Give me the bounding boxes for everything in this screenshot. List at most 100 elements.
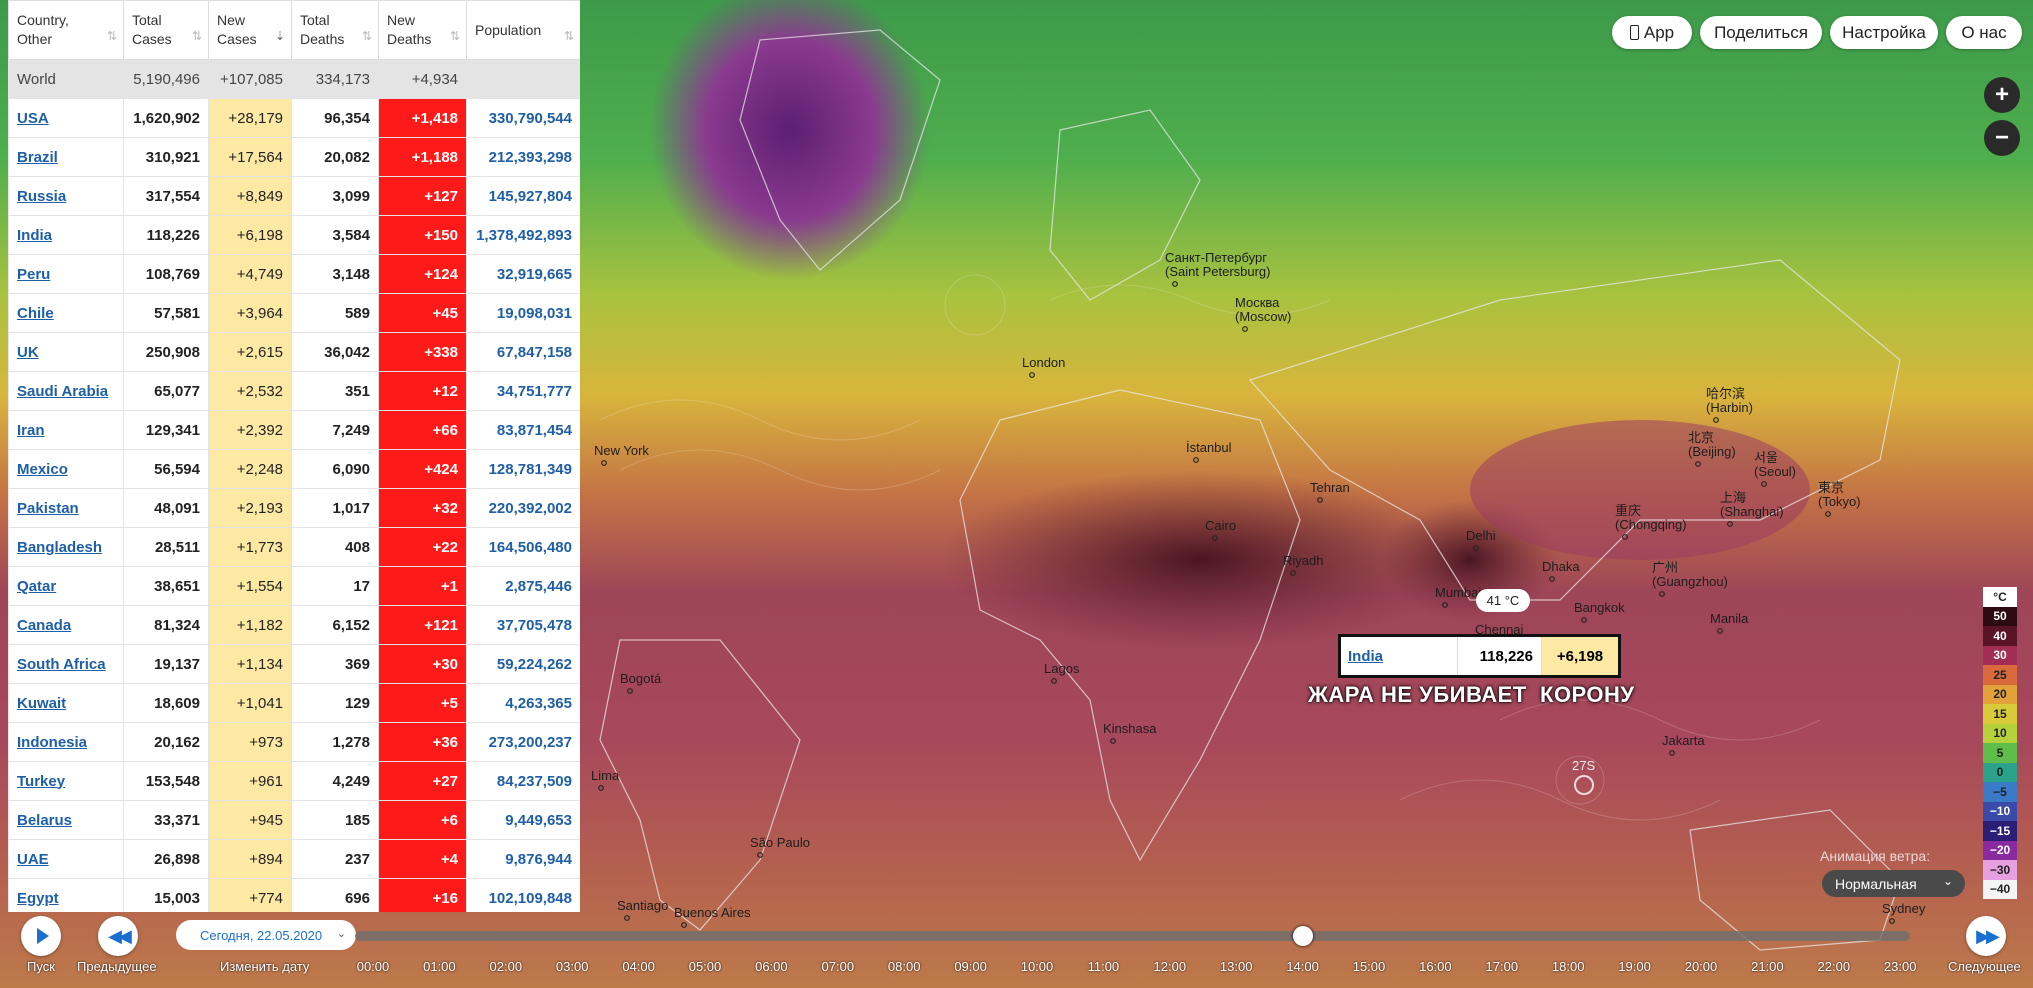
zoom-out-button[interactable]: −: [1984, 120, 2020, 156]
city-name: 上海: [1720, 490, 1746, 505]
hour-label[interactable]: 14:00: [1278, 959, 1328, 974]
share-button[interactable]: Поделиться: [1700, 16, 1822, 49]
date-select[interactable]: Сегодня, 22.05.2020 ⌄: [176, 920, 356, 950]
population-cell: 59,224,262: [466, 644, 580, 684]
country-link[interactable]: Brazil: [17, 149, 58, 166]
total-cases-cell: 81,324: [123, 605, 209, 645]
hour-label[interactable]: 21:00: [1742, 959, 1792, 974]
settings-button[interactable]: Настройка: [1830, 16, 1938, 49]
country-cell: Russia: [8, 176, 124, 216]
header-population[interactable]: Population ⇅: [466, 0, 580, 60]
country-link[interactable]: Mexico: [17, 461, 68, 478]
hour-label[interactable]: 12:00: [1145, 959, 1195, 974]
table-row: Egypt 15,003 +774 696 +16 102,109,848: [8, 878, 580, 912]
hour-label[interactable]: 04:00: [614, 959, 664, 974]
hour-label[interactable]: 05:00: [680, 959, 730, 974]
hour-label[interactable]: 06:00: [746, 959, 796, 974]
new-deaths-cell: +127: [378, 176, 467, 216]
country-link[interactable]: Russia: [17, 188, 66, 205]
country-link[interactable]: Turkey: [17, 773, 65, 790]
new-deaths-cell: +1,418: [378, 98, 467, 138]
new-deaths-cell: +5: [378, 683, 467, 723]
new-deaths-cell: +27: [378, 761, 467, 801]
hour-label[interactable]: 02:00: [481, 959, 531, 974]
country-link[interactable]: Iran: [17, 422, 45, 439]
header-new-cases[interactable]: New Cases ⇣: [208, 0, 292, 60]
next-button[interactable]: ▶▶: [1966, 916, 2006, 956]
hour-label[interactable]: 03:00: [547, 959, 597, 974]
about-button[interactable]: О нас: [1946, 16, 2022, 49]
header-total-cases[interactable]: Total Cases ⇅: [123, 0, 209, 60]
hour-label[interactable]: 00:00: [348, 959, 398, 974]
hour-label[interactable]: 23:00: [1875, 959, 1925, 974]
sort-icon[interactable]: ⇅: [564, 27, 574, 46]
country-link[interactable]: South Africa: [17, 656, 106, 673]
country-link[interactable]: UK: [17, 344, 39, 361]
world-total-deaths: 334,173: [291, 59, 379, 99]
legend-swatch: 0: [1983, 762, 2017, 782]
country-link[interactable]: UAE: [17, 851, 49, 868]
hour-label[interactable]: 11:00: [1078, 959, 1128, 974]
hour-label[interactable]: 16:00: [1410, 959, 1460, 974]
country-link[interactable]: Qatar: [17, 578, 56, 595]
header-new-deaths[interactable]: New Deaths ⇅: [378, 0, 467, 60]
country-link[interactable]: India: [17, 227, 52, 244]
previous-button[interactable]: ◀◀: [98, 916, 138, 956]
zoom-in-button[interactable]: +: [1984, 77, 2020, 113]
header-total-deaths[interactable]: Total Deaths ⇅: [291, 0, 379, 60]
app-button[interactable]: App: [1612, 16, 1692, 49]
new-deaths-cell: +150: [378, 215, 467, 255]
hour-label[interactable]: 15:00: [1344, 959, 1394, 974]
play-button[interactable]: [21, 916, 61, 956]
wind-animation-select[interactable]: Нормальная ⌄: [1822, 870, 1965, 897]
hour-label[interactable]: 07:00: [813, 959, 863, 974]
sort-icon[interactable]: ⇅: [362, 27, 372, 46]
timeline-handle[interactable]: [1292, 926, 1313, 946]
temperature-legend: °C 50 40 30 25 20 15 10 5 0 −5 −10 −15 −20 −30 −40: [1983, 587, 2017, 899]
sort-icon[interactable]: ⇅: [107, 27, 117, 46]
country-link[interactable]: Kuwait: [17, 695, 66, 712]
hour-label[interactable]: 22:00: [1809, 959, 1859, 974]
sort-icon[interactable]: ⇅: [450, 27, 460, 46]
sort-icon[interactable]: ⇅: [192, 27, 202, 46]
hour-label[interactable]: 08:00: [879, 959, 929, 974]
hour-label[interactable]: 13:00: [1211, 959, 1261, 974]
hour-label[interactable]: 09:00: [946, 959, 996, 974]
country-link[interactable]: Pakistan: [17, 500, 79, 517]
country-link[interactable]: Indonesia: [17, 734, 87, 751]
total-cases-cell: 57,581: [123, 293, 209, 333]
header-total-deaths-label: Total Deaths: [300, 12, 345, 47]
hour-label[interactable]: 19:00: [1610, 959, 1660, 974]
country-tooltip: India 118,226 +6,198: [1338, 634, 1621, 678]
hour-label[interactable]: 20:00: [1676, 959, 1726, 974]
country-link[interactable]: USA: [17, 110, 49, 127]
population-cell: 330,790,544: [466, 98, 580, 138]
population-cell: 2,875,446: [466, 566, 580, 606]
tooltip-country-link[interactable]: India: [1348, 648, 1383, 665]
tooltip-total: 118,226: [1457, 637, 1541, 675]
hour-label[interactable]: 10:00: [1012, 959, 1062, 974]
table-row: Bangladesh 28,511 +1,773 408 +22 164,506,480: [8, 527, 580, 567]
hour-label[interactable]: 17:00: [1477, 959, 1527, 974]
country-link[interactable]: Egypt: [17, 890, 59, 907]
country-link[interactable]: Peru: [17, 266, 50, 283]
legend-swatch: −15: [1983, 821, 2017, 841]
minus-icon: −: [1994, 124, 2009, 151]
sort-desc-icon[interactable]: ⇣: [275, 27, 285, 46]
city-name-alt: (Chongqing): [1615, 517, 1687, 532]
country-link[interactable]: Belarus: [17, 812, 72, 829]
new-deaths-cell: +30: [378, 644, 467, 684]
city-name: Mumbai: [1435, 585, 1481, 600]
city-name: Delhi: [1466, 528, 1496, 543]
timeline-track[interactable]: [355, 931, 1910, 941]
total-deaths-cell: 4,249: [291, 761, 379, 801]
country-link[interactable]: Chile: [17, 305, 54, 322]
hour-label[interactable]: 01:00: [414, 959, 464, 974]
table-row-world: World 5,190,496 +107,085 334,173 +4,934: [8, 59, 580, 99]
header-country[interactable]: Country, Other ⇅: [8, 0, 124, 60]
country-link[interactable]: Canada: [17, 617, 71, 634]
country-link[interactable]: Saudi Arabia: [17, 383, 108, 400]
country-link[interactable]: Bangladesh: [17, 539, 102, 556]
hour-label[interactable]: 18:00: [1543, 959, 1593, 974]
total-cases-cell: 48,091: [123, 488, 209, 528]
